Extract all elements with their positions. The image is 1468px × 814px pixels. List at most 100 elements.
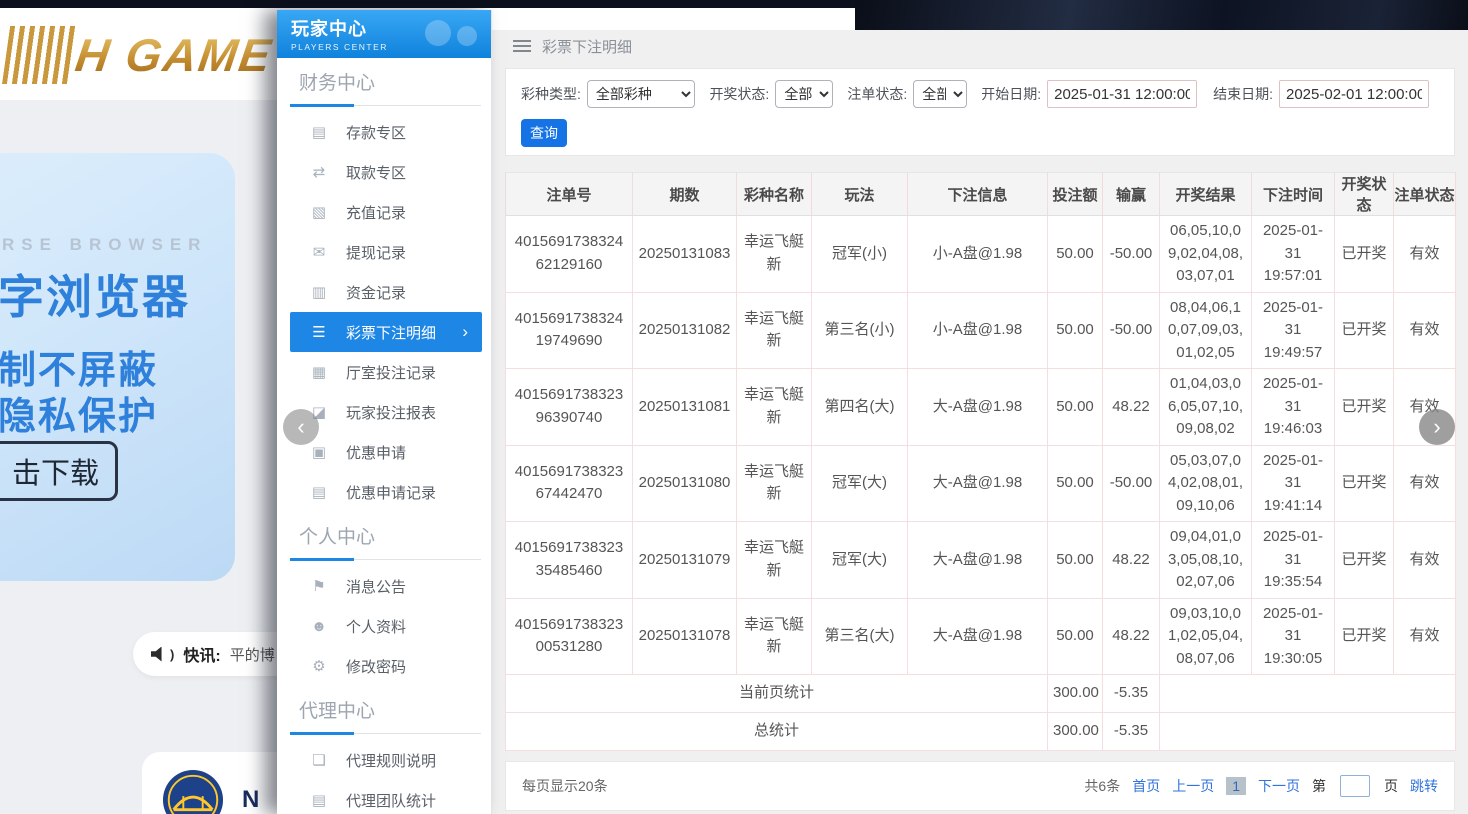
table-cell: 20250131082: [633, 292, 737, 369]
team-logo-icon: [162, 769, 224, 814]
table-cell: 50.00: [1048, 445, 1103, 522]
sidebar-section-title: 代理中心: [299, 700, 491, 724]
logo-text: H GAME: [72, 28, 276, 82]
table-cell: 06,05,10,09,02,04,08,03,07,01: [1160, 216, 1252, 293]
table-cell: 冠军(大): [812, 445, 908, 522]
prev-page-link[interactable]: 上一页: [1172, 776, 1214, 796]
sidebar-item-recharge-records[interactable]: ▧充值记录: [277, 192, 491, 232]
section-underline: [290, 104, 481, 107]
table-cell: 大-A盘@1.98: [908, 598, 1048, 675]
filter-row: 彩种类型: 全部彩种 开奖状态: 全部 注单状态: 全部 开始日期: 结束日期:: [521, 79, 1439, 109]
banner-title-line3: 隐私保护: [0, 385, 158, 440]
sidebar-item-label: 个人资料: [346, 616, 406, 637]
table-row: 40156917383246212916020250131083幸运飞艇新冠军(…: [506, 216, 1456, 293]
table-cell: 已开奖: [1335, 216, 1394, 293]
sidebar-item-lottery-bet-details[interactable]: ☰彩票下注明细›: [290, 312, 482, 352]
end-date-input[interactable]: [1279, 80, 1429, 108]
download-button[interactable]: 击下载: [0, 441, 118, 501]
table-cell: 已开奖: [1335, 522, 1394, 599]
sidebar-item-withdraw-zone[interactable]: ⇄取款专区: [277, 152, 491, 192]
bet-status-label: 注单状态:: [847, 84, 907, 104]
sidebar-item-withdrawal-records[interactable]: ✉提现记录: [277, 232, 491, 272]
table-cell: 08,04,06,10,07,09,03,01,02,05: [1160, 292, 1252, 369]
table-cell: 401569173832335485460: [506, 522, 633, 599]
column-header: 下注时间: [1252, 173, 1335, 216]
column-header: 开奖结果: [1160, 173, 1252, 216]
table-cell: 50.00: [1048, 522, 1103, 599]
table-cell: 大-A盘@1.98: [908, 445, 1048, 522]
bell-icon: ⚑: [310, 577, 328, 595]
main-panel: 彩票下注明细 彩种类型: 全部彩种 开奖状态: 全部 注单状态: 全部 开始日期…: [492, 30, 1468, 814]
carousel-left-button[interactable]: ‹: [283, 409, 319, 445]
table-cell: 2025-01-31 19:49:57: [1252, 292, 1335, 369]
jump-button[interactable]: 跳转: [1410, 776, 1438, 796]
pagination-controls: 共6条 首页 上一页 1 下一页 第 页 跳转: [1084, 775, 1438, 797]
sidebar-item-label: 修改密码: [346, 656, 406, 677]
table-cell: 05,03,07,04,02,08,01,09,10,06: [1160, 445, 1252, 522]
sidebar-item-funds-records[interactable]: ▥资金记录: [277, 272, 491, 312]
table-row: 40156917383233548546020250131079幸运飞艇新冠军(…: [506, 522, 1456, 599]
sidebar-item-agent-rules[interactable]: ❏ 代理规则说明: [277, 740, 491, 780]
document-icon: ☰: [310, 323, 328, 341]
table-cell: 50.00: [1048, 292, 1103, 369]
menu-toggle-icon[interactable]: [513, 40, 531, 52]
table-cell: 2025-01-31 19:41:14: [1252, 445, 1335, 522]
newspaper-icon: ▤: [310, 791, 328, 809]
start-date-input[interactable]: [1047, 80, 1197, 108]
table-cell: 09,03,10,01,02,05,04,08,07,06: [1160, 598, 1252, 675]
first-page-link[interactable]: 首页: [1132, 776, 1160, 796]
current-page[interactable]: 1: [1226, 777, 1246, 795]
table-cell: 20250131079: [633, 522, 737, 599]
background-page: RSE BROWSER 字浏览器 制不屏蔽 隐私保护 击下载 ) 快讯: 平的博…: [0, 100, 280, 814]
file-icon: ❏: [310, 751, 328, 769]
table-cell: 20250131080: [633, 445, 737, 522]
site-logo[interactable]: H GAME: [2, 26, 276, 84]
bet-status-select[interactable]: 全部: [913, 80, 967, 108]
table-cell: 第三名(大): [812, 598, 908, 675]
sidebar-item-promo-application-records[interactable]: ▤优惠申请记录: [277, 472, 491, 512]
draw-status-label: 开奖状态:: [709, 84, 769, 104]
table-row: 40156917383236744247020250131080幸运飞艇新冠军(…: [506, 445, 1456, 522]
table-cell: 2025-01-31 19:46:03: [1252, 369, 1335, 446]
jump-label-suffix: 页: [1384, 776, 1398, 796]
sidebar-item-label: 消息公告: [346, 576, 406, 597]
table-cell: 大-A盘@1.98: [908, 522, 1048, 599]
sidebar-item-label: 优惠申请记录: [346, 482, 436, 503]
table-cell: 幸运飞艇新: [737, 292, 812, 369]
table-cell: 有效: [1394, 445, 1456, 522]
next-page-link[interactable]: 下一页: [1258, 776, 1300, 796]
sidebar-item-change-password[interactable]: ⚙ 修改密码: [277, 646, 491, 686]
summary-empty: [1160, 675, 1456, 713]
summary-label: 当前页统计: [506, 675, 1048, 713]
sidebar-item-label: 代理规则说明: [346, 750, 436, 771]
sidebar-section-title: 个人中心: [299, 526, 491, 550]
person-icon: ☻: [310, 618, 328, 635]
column-header: 彩种名称: [737, 173, 812, 216]
chevron-right-icon: ›: [1433, 414, 1440, 440]
banner-subtitle: RSE BROWSER: [2, 235, 207, 255]
draw-status-select[interactable]: 全部: [775, 80, 833, 108]
table-cell: 401569173832367442470: [506, 445, 633, 522]
sidebar-item-deposit-zone[interactable]: ▤存款专区: [277, 112, 491, 152]
end-date-label: 结束日期:: [1213, 84, 1273, 104]
table-cell: 已开奖: [1335, 445, 1394, 522]
carousel-right-button[interactable]: ›: [1419, 409, 1455, 445]
lottery-type-select[interactable]: 全部彩种: [587, 80, 696, 108]
column-header: 玩法: [812, 173, 908, 216]
table-cell: 幸运飞艇新: [737, 522, 812, 599]
column-header: 开奖状态: [1335, 173, 1394, 216]
gear-icon: ⚙: [310, 657, 328, 675]
page-jump-input[interactable]: [1340, 775, 1370, 797]
sidebar-item-agent-team-stats[interactable]: ▤代理团队统计: [277, 780, 491, 814]
speaker-wave-icon: ): [170, 647, 174, 662]
money-bag-icon: ▧: [310, 203, 328, 221]
sidebar-item-profile[interactable]: ☻ 个人资料: [277, 606, 491, 646]
table-cell: 01,04,03,06,05,07,10,09,08,02: [1160, 369, 1252, 446]
search-button[interactable]: 查询: [521, 119, 567, 147]
sidebar-item-hall-bet-records[interactable]: ▦厅室投注记录: [277, 352, 491, 392]
summary-row: 总统计300.00-5.35: [506, 713, 1456, 751]
sidebar-section-title: 财务中心: [299, 72, 491, 96]
sidebar-item-messages[interactable]: ⚑ 消息公告: [277, 566, 491, 606]
table-cell: 50.00: [1048, 216, 1103, 293]
table-cell: 小-A盘@1.98: [908, 216, 1048, 293]
